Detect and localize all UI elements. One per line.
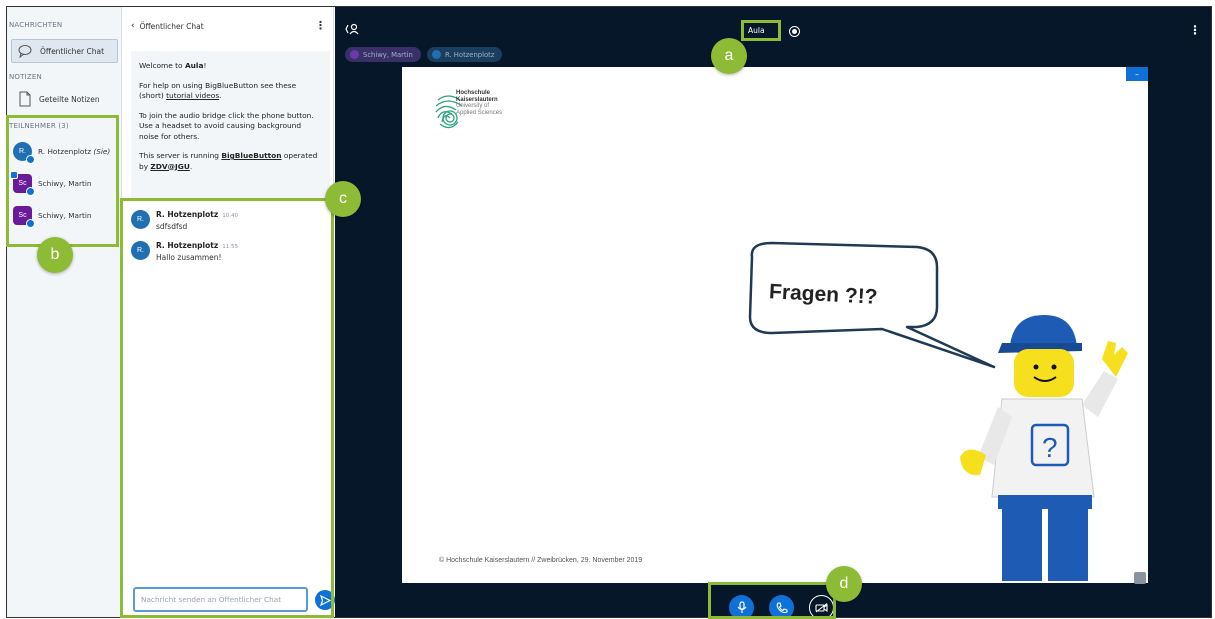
avatar: R. — [13, 141, 35, 164]
audio-status-icon — [26, 154, 35, 164]
logo-text: Hochschule Kaiserslautern University of … — [456, 90, 503, 116]
message-author: R. Hotzenplotz — [156, 210, 219, 219]
more-options-icon[interactable]: ⋮ — [315, 19, 326, 32]
avatar: Sc — [13, 205, 35, 228]
record-icon[interactable] — [789, 26, 800, 37]
avatar: R. — [131, 241, 150, 260]
annotation-badge-c: c — [325, 181, 361, 217]
slide-footer: © Hochschule Kaiserslautern // Zweibrück… — [439, 557, 643, 564]
chat-message-input[interactable]: Nachricht senden an Öffentlicher Chat — [133, 587, 308, 612]
lego-figure: ? — [960, 315, 1128, 581]
chat-title: Öffentlicher Chat — [139, 21, 204, 31]
user-list-panel: NACHRICHTEN Öffentlicher Chat NOTIZEN Ge… — [7, 7, 122, 617]
participant-item[interactable]: R. R. Hotzenplotz (Sie) — [11, 138, 118, 164]
share-webcam-button[interactable] — [809, 595, 834, 617]
message-text: sdfsdfsd — [156, 222, 188, 231]
video-off-icon — [815, 602, 828, 612]
participants-section-title: TEILNEHMER (3) — [9, 122, 69, 130]
leave-audio-button[interactable] — [769, 595, 794, 617]
participant-name: R. Hotzenplotz (Sie) — [38, 146, 111, 156]
audio-status-icon — [26, 218, 35, 228]
toggle-userlist-button[interactable] — [345, 23, 359, 38]
message-time: 10:40 — [222, 213, 239, 219]
message-text: Hallo zusammen! — [156, 253, 222, 262]
chevron-left-icon[interactable]: ‹ — [131, 21, 135, 31]
user-icon — [345, 23, 359, 35]
talking-indicator: Schiwy, Martin — [345, 47, 421, 62]
tutorial-videos-link[interactable]: tutorial videos — [166, 91, 219, 100]
room-title: Aula — [748, 26, 765, 35]
bigbluebutton-link[interactable]: BigBlueButton — [221, 151, 281, 160]
phone-icon — [776, 601, 788, 613]
messages-section-title: NACHRICHTEN — [9, 21, 63, 29]
notes-section-title: NOTIZEN — [9, 73, 42, 81]
chat-header: ‹ Öffentlicher Chat ⋮ — [123, 7, 334, 45]
document-icon — [17, 91, 33, 107]
shared-notes-nav-item[interactable]: Geteilte Notizen — [11, 87, 118, 111]
svg-text:?: ? — [1042, 432, 1058, 463]
talking-indicator: R. Hotzenplotz — [427, 47, 503, 62]
chat-panel: ‹ Öffentlicher Chat ⋮ Welcome to Aula! F… — [123, 7, 335, 617]
fullscreen-icon[interactable] — [1134, 572, 1146, 584]
app-window: NACHRICHTEN Öffentlicher Chat NOTIZEN Ge… — [6, 6, 1212, 618]
minimize-presentation-button[interactable]: – — [1126, 67, 1148, 81]
send-icon — [319, 594, 331, 606]
participant-item[interactable]: Sc Schiwy, Martin — [11, 202, 118, 228]
chat-message: R. R. Hotzenplotz 10:40 sdfsdfsd — [131, 210, 326, 231]
presenter-icon — [10, 170, 18, 179]
chat-icon — [18, 43, 34, 59]
avatar: R. — [131, 210, 150, 229]
presentation-area: Aula ⋮ Schiwy, Martin R. Hotzenplotz – H… — [335, 7, 1211, 617]
mute-button[interactable] — [729, 595, 754, 617]
annotation-badge-b: b — [37, 237, 73, 273]
message-time: 11:55 — [222, 244, 239, 250]
public-chat-label: Öffentlicher Chat — [40, 46, 105, 56]
public-chat-nav-item[interactable]: Öffentlicher Chat — [11, 39, 118, 63]
presentation-slide[interactable]: – Hochschule Kaiserslautern University o… — [402, 67, 1148, 583]
shared-notes-label: Geteilte Notizen — [39, 94, 100, 104]
welcome-message: Welcome to Aula! For help on using BigBl… — [131, 51, 330, 199]
microphone-icon — [737, 601, 746, 613]
zdv-link[interactable]: ZDV@JGU — [150, 162, 189, 171]
annotation-badge-a: a — [711, 38, 747, 74]
microphone-icon — [350, 50, 359, 59]
participant-name: Schiwy, Martin — [38, 210, 92, 220]
chat-message: R. R. Hotzenplotz 11:55 Hallo zusammen! — [131, 241, 326, 262]
audio-status-icon — [26, 186, 35, 196]
microphone-icon — [432, 50, 441, 59]
message-author: R. Hotzenplotz — [156, 241, 219, 250]
send-button[interactable] — [315, 590, 335, 610]
participant-name: Schiwy, Martin — [38, 178, 92, 188]
participant-item[interactable]: Sc Schiwy, Martin — [10, 170, 118, 196]
more-options-icon[interactable]: ⋮ — [1189, 23, 1201, 37]
avatar: Sc — [10, 170, 35, 196]
annotation-badge-d: d — [826, 566, 862, 602]
